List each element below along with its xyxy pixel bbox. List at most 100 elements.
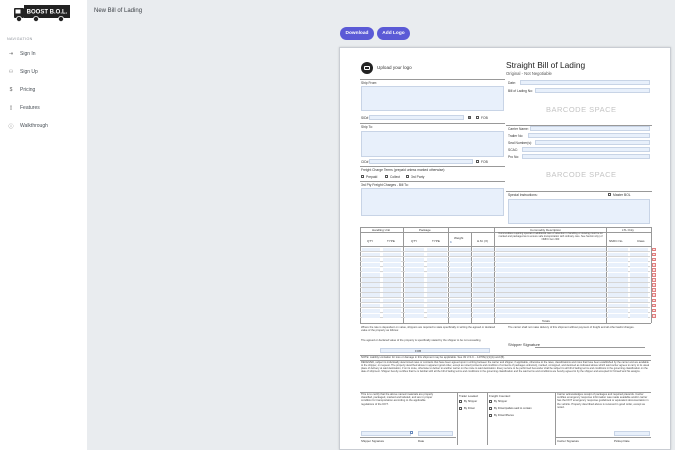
add-logo-button[interactable]: Add Logo — [377, 27, 410, 40]
table-cell-input[interactable] — [608, 247, 628, 252]
table-cell-input[interactable] — [630, 293, 648, 298]
download-button[interactable]: Download — [340, 27, 374, 40]
table-cell-input[interactable] — [496, 293, 606, 298]
remove-row-icon[interactable]: × — [652, 257, 656, 262]
table-cell-input[interactable] — [405, 257, 424, 262]
table-cell-input[interactable] — [473, 257, 494, 262]
remove-row-icon[interactable]: × — [652, 273, 656, 277]
carrier-name-field[interactable] — [530, 126, 650, 131]
table-cell-input[interactable] — [427, 262, 447, 267]
pro-no-field[interactable] — [522, 154, 650, 159]
remove-row-icon[interactable]: × — [652, 252, 656, 257]
table-cell-input[interactable] — [405, 293, 424, 298]
table-cell-input[interactable] — [608, 252, 628, 257]
fob-checkbox-2[interactable] — [476, 160, 480, 164]
table-cell-input[interactable] — [383, 273, 401, 277]
shipper-signature-field[interactable] — [361, 431, 411, 436]
table-cell-input[interactable] — [362, 303, 380, 308]
table-cell-input[interactable] — [405, 298, 424, 303]
table-cell-input[interactable] — [427, 247, 447, 252]
table-cell-input[interactable] — [496, 247, 606, 252]
table-cell-input[interactable] — [630, 273, 648, 277]
table-cell-input[interactable] — [427, 293, 447, 298]
special-instructions-field[interactable] — [508, 199, 650, 224]
table-cell-input[interactable] — [450, 252, 471, 257]
table-cell-input[interactable] — [496, 267, 606, 272]
remove-row-icon[interactable]: × — [652, 283, 656, 287]
table-cell-input[interactable] — [473, 273, 494, 277]
table-cell-input[interactable] — [450, 262, 471, 267]
sid-field[interactable] — [369, 115, 464, 120]
ship-from-field[interactable] — [361, 86, 504, 111]
table-cell-input[interactable] — [427, 308, 447, 313]
table-cell-input[interactable] — [496, 298, 606, 303]
sidebar-item-features[interactable]: ▯ Features — [8, 104, 40, 112]
table-cell-input[interactable] — [608, 293, 628, 298]
cid-field[interactable] — [369, 159, 473, 164]
table-cell-input[interactable] — [362, 257, 380, 262]
third-party-checkbox[interactable] — [406, 175, 410, 179]
remove-row-icon[interactable]: × — [652, 267, 656, 272]
table-cell-input[interactable] — [496, 273, 606, 277]
table-cell-input[interactable] — [630, 267, 648, 272]
sid-grid-icon[interactable] — [468, 116, 472, 120]
table-cell-input[interactable] — [383, 278, 401, 282]
table-cell-input[interactable] — [362, 267, 380, 272]
date-field[interactable] — [520, 80, 650, 85]
table-cell-input[interactable] — [405, 288, 424, 293]
shipper-signature-pen-icon[interactable] — [410, 431, 414, 435]
table-cell-input[interactable] — [362, 247, 380, 252]
table-cell-input[interactable] — [405, 308, 424, 313]
table-cell-input[interactable] — [608, 278, 628, 282]
table-cell-input[interactable] — [473, 293, 494, 298]
third-party-bill-to-field[interactable] — [361, 188, 504, 216]
table-cell-input[interactable] — [496, 252, 606, 257]
pickup-date-field[interactable] — [614, 431, 650, 436]
table-cell-input[interactable] — [405, 278, 424, 282]
table-cell-input[interactable] — [630, 308, 648, 313]
table-cell-input[interactable] — [630, 252, 648, 257]
table-cell-input[interactable] — [427, 303, 447, 308]
remove-row-icon[interactable]: × — [652, 293, 656, 298]
table-cell-input[interactable] — [608, 257, 628, 262]
trailer-by-driver-checkbox[interactable] — [459, 407, 463, 411]
table-cell-input[interactable] — [496, 278, 606, 282]
table-cell-input[interactable] — [473, 298, 494, 303]
table-cell-input[interactable] — [450, 257, 471, 262]
table-cell-input[interactable] — [383, 283, 401, 288]
ship-to-field[interactable] — [361, 131, 504, 157]
remove-row-icon[interactable]: × — [652, 262, 656, 267]
table-cell-input[interactable] — [473, 313, 494, 318]
table-cell-input[interactable] — [427, 267, 447, 272]
table-cell-input[interactable] — [450, 267, 471, 272]
seal-numbers-field[interactable] — [535, 140, 650, 145]
table-cell-input[interactable] — [496, 288, 606, 293]
table-cell-input[interactable] — [383, 303, 401, 308]
table-cell-input[interactable] — [405, 267, 424, 272]
table-cell-input[interactable] — [608, 273, 628, 277]
table-cell-input[interactable] — [630, 303, 648, 308]
table-cell-input[interactable] — [630, 283, 648, 288]
sidebar-item-walkthrough[interactable]: ⓘ Walkthrough — [8, 122, 47, 130]
fc-by-driver-pallets-checkbox[interactable] — [489, 407, 493, 411]
table-cell-input[interactable] — [608, 298, 628, 303]
remove-row-icon[interactable]: × — [652, 313, 656, 318]
table-cell-input[interactable] — [630, 278, 648, 282]
table-cell-input[interactable] — [427, 278, 447, 282]
table-cell-input[interactable] — [450, 283, 471, 288]
remove-row-icon[interactable]: × — [652, 308, 656, 313]
table-cell-input[interactable] — [405, 273, 424, 277]
table-cell-input[interactable] — [496, 308, 606, 313]
fob-dropdown[interactable]: FOB — [415, 349, 421, 353]
table-cell-input[interactable] — [383, 313, 401, 318]
table-cell-input[interactable] — [630, 288, 648, 293]
table-cell-input[interactable] — [630, 298, 648, 303]
table-cell-input[interactable] — [450, 313, 471, 318]
table-cell-input[interactable] — [608, 267, 628, 272]
table-cell-input[interactable] — [473, 267, 494, 272]
trailer-by-shipper-checkbox[interactable] — [459, 400, 463, 404]
table-cell-input[interactable] — [473, 283, 494, 288]
table-cell-input[interactable] — [473, 308, 494, 313]
remove-row-icon[interactable]: × — [652, 298, 656, 303]
table-cell-input[interactable] — [362, 278, 380, 282]
